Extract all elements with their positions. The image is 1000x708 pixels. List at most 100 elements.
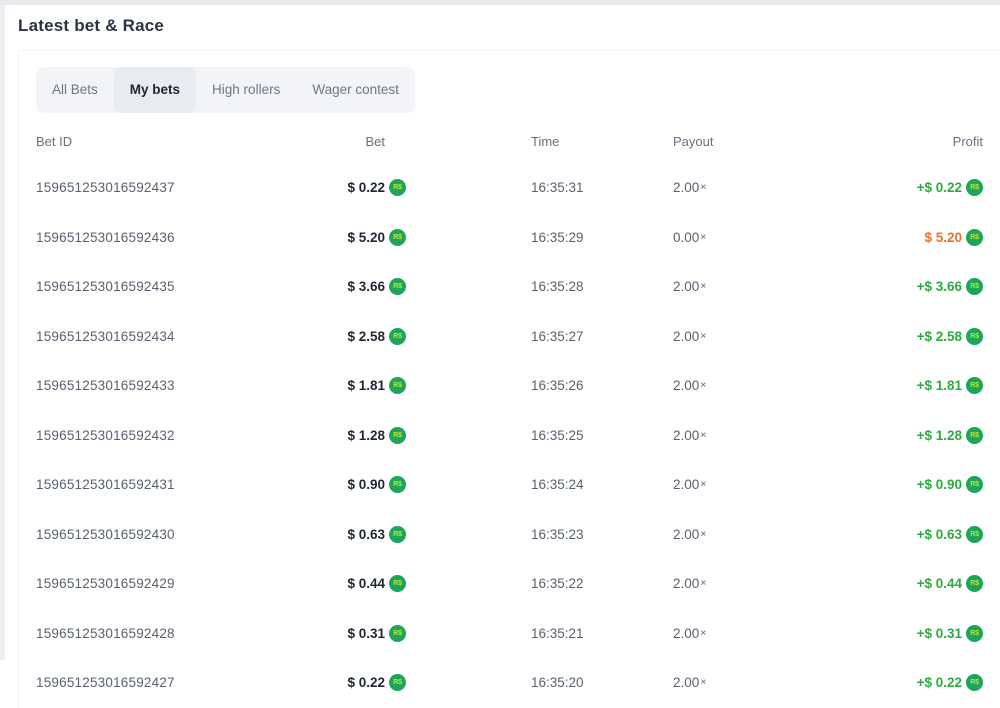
time-cell: 16:35:23 [406, 527, 646, 542]
bet-row[interactable]: 159651253016592436 $ 5.20 R$ 16:35:29 0.… [36, 213, 983, 263]
bet-amount: $ 1.81 [347, 378, 385, 393]
brl-currency-coin-icon: R$ [966, 526, 983, 543]
profit-amount: +$ 1.28 [917, 428, 962, 443]
brl-currency-coin-icon: R$ [389, 377, 406, 394]
tab-all-bets[interactable]: All Bets [36, 67, 114, 113]
bet-id-cell: 159651253016592437 [36, 180, 316, 195]
profit-cell: +$ 1.28 R$ [796, 427, 983, 444]
time-cell: 16:35:20 [406, 675, 646, 690]
top-border-strip [0, 0, 1000, 5]
bet-id-cell: 159651253016592428 [36, 626, 316, 641]
payout-value: 0.00 [673, 230, 699, 245]
profit-cell: +$ 0.44 R$ [796, 575, 983, 592]
profit-amount: +$ 0.44 [917, 576, 962, 591]
bet-amount-cell: $ 0.44 R$ [316, 575, 406, 592]
brl-currency-coin-icon: R$ [966, 229, 983, 246]
tab-my-bets[interactable]: My bets [114, 67, 196, 113]
payout-cell: 2.00× [646, 378, 796, 393]
bet-row[interactable]: 159651253016592429 $ 0.44 R$ 16:35:22 2.… [36, 559, 983, 609]
brl-currency-coin-icon: R$ [389, 526, 406, 543]
payout-cell: 2.00× [646, 576, 796, 591]
payout-cell: 2.00× [646, 428, 796, 443]
multiplier-symbol: × [700, 528, 706, 540]
bet-row[interactable]: 159651253016592430 $ 0.63 R$ 16:35:23 2.… [36, 510, 983, 560]
bet-amount-cell: $ 2.58 R$ [316, 328, 406, 345]
bet-amount-cell: $ 0.22 R$ [316, 179, 406, 196]
column-header-bet-id: Bet ID [36, 134, 316, 149]
tab-label: Wager contest [312, 82, 399, 97]
bets-table-body: 159651253016592437 $ 0.22 R$ 16:35:31 2.… [36, 163, 983, 708]
profit-amount: +$ 2.58 [917, 329, 962, 344]
bet-amount: $ 0.63 [347, 527, 385, 542]
bet-amount-cell: $ 1.81 R$ [316, 377, 406, 394]
bet-amount: $ 1.28 [347, 428, 385, 443]
brl-currency-coin-icon: R$ [966, 377, 983, 394]
payout-value: 2.00 [673, 626, 699, 641]
payout-value: 2.00 [673, 477, 699, 492]
bet-amount-cell: $ 0.90 R$ [316, 476, 406, 493]
multiplier-symbol: × [700, 379, 706, 391]
time-cell: 16:35:25 [406, 428, 646, 443]
multiplier-symbol: × [700, 429, 706, 441]
bet-row[interactable]: 159651253016592434 $ 2.58 R$ 16:35:27 2.… [36, 312, 983, 362]
brl-currency-coin-icon: R$ [966, 625, 983, 642]
payout-cell: 2.00× [646, 279, 796, 294]
bet-row[interactable]: 159651253016592432 $ 1.28 R$ 16:35:25 2.… [36, 411, 983, 461]
time-cell: 16:35:21 [406, 626, 646, 641]
bet-row[interactable]: 159651253016592428 $ 0.31 R$ 16:35:21 2.… [36, 609, 983, 659]
brl-currency-coin-icon: R$ [389, 278, 406, 295]
profit-amount: +$ 0.22 [917, 180, 962, 195]
tab-wager-contest[interactable]: Wager contest [296, 67, 415, 113]
bet-amount-cell: $ 0.63 R$ [316, 526, 406, 543]
brl-currency-coin-icon: R$ [966, 674, 983, 691]
bet-amount: $ 0.44 [347, 576, 385, 591]
bet-row[interactable]: 159651253016592433 $ 1.81 R$ 16:35:26 2.… [36, 361, 983, 411]
profit-amount: +$ 0.90 [917, 477, 962, 492]
bet-amount-cell: $ 0.31 R$ [316, 625, 406, 642]
bet-row[interactable]: 159651253016592437 $ 0.22 R$ 16:35:31 2.… [36, 163, 983, 213]
profit-amount: +$ 3.66 [917, 279, 962, 294]
brl-currency-coin-icon: R$ [966, 179, 983, 196]
time-cell: 16:35:26 [406, 378, 646, 393]
profit-cell: +$ 0.22 R$ [796, 674, 983, 691]
bet-id-cell: 159651253016592434 [36, 329, 316, 344]
brl-currency-coin-icon: R$ [389, 179, 406, 196]
bet-row[interactable]: 159651253016592431 $ 0.90 R$ 16:35:24 2.… [36, 460, 983, 510]
brl-currency-coin-icon: R$ [966, 575, 983, 592]
bet-amount: $ 0.22 [347, 180, 385, 195]
payout-cell: 2.00× [646, 477, 796, 492]
bet-amount: $ 0.90 [347, 477, 385, 492]
bet-amount-cell: $ 0.22 R$ [316, 674, 406, 691]
bet-feed-tabs: All Bets My bets High rollers Wager contest [36, 67, 415, 113]
tab-high-rollers[interactable]: High rollers [196, 67, 296, 113]
payout-cell: 2.00× [646, 329, 796, 344]
brl-currency-coin-icon: R$ [389, 625, 406, 642]
payout-cell: 0.00× [646, 230, 796, 245]
time-cell: 16:35:29 [406, 230, 646, 245]
bet-row[interactable]: 159651253016592435 $ 3.66 R$ 16:35:28 2.… [36, 262, 983, 312]
tab-label: High rollers [212, 82, 280, 97]
bet-id-cell: 159651253016592436 [36, 230, 316, 245]
time-cell: 16:35:27 [406, 329, 646, 344]
bet-amount: $ 0.31 [347, 626, 385, 641]
time-cell: 16:35:22 [406, 576, 646, 591]
profit-cell: +$ 0.31 R$ [796, 625, 983, 642]
page-title: Latest bet & Race [18, 14, 1000, 38]
multiplier-symbol: × [700, 280, 706, 292]
bet-id-cell: 159651253016592431 [36, 477, 316, 492]
bet-row[interactable]: 159651253016592427 $ 0.22 R$ 16:35:20 2.… [36, 658, 983, 708]
multiplier-symbol: × [700, 330, 706, 342]
brl-currency-coin-icon: R$ [966, 278, 983, 295]
brl-currency-coin-icon: R$ [389, 229, 406, 246]
bet-id-cell: 159651253016592433 [36, 378, 316, 393]
multiplier-symbol: × [700, 231, 706, 243]
multiplier-symbol: × [700, 181, 706, 193]
tab-label: All Bets [52, 82, 98, 97]
bet-id-cell: 159651253016592432 [36, 428, 316, 443]
multiplier-symbol: × [700, 627, 706, 639]
tab-label: My bets [130, 82, 180, 97]
payout-cell: 2.00× [646, 626, 796, 641]
brl-currency-coin-icon: R$ [966, 328, 983, 345]
bet-id-cell: 159651253016592430 [36, 527, 316, 542]
left-border-strip [0, 5, 5, 660]
